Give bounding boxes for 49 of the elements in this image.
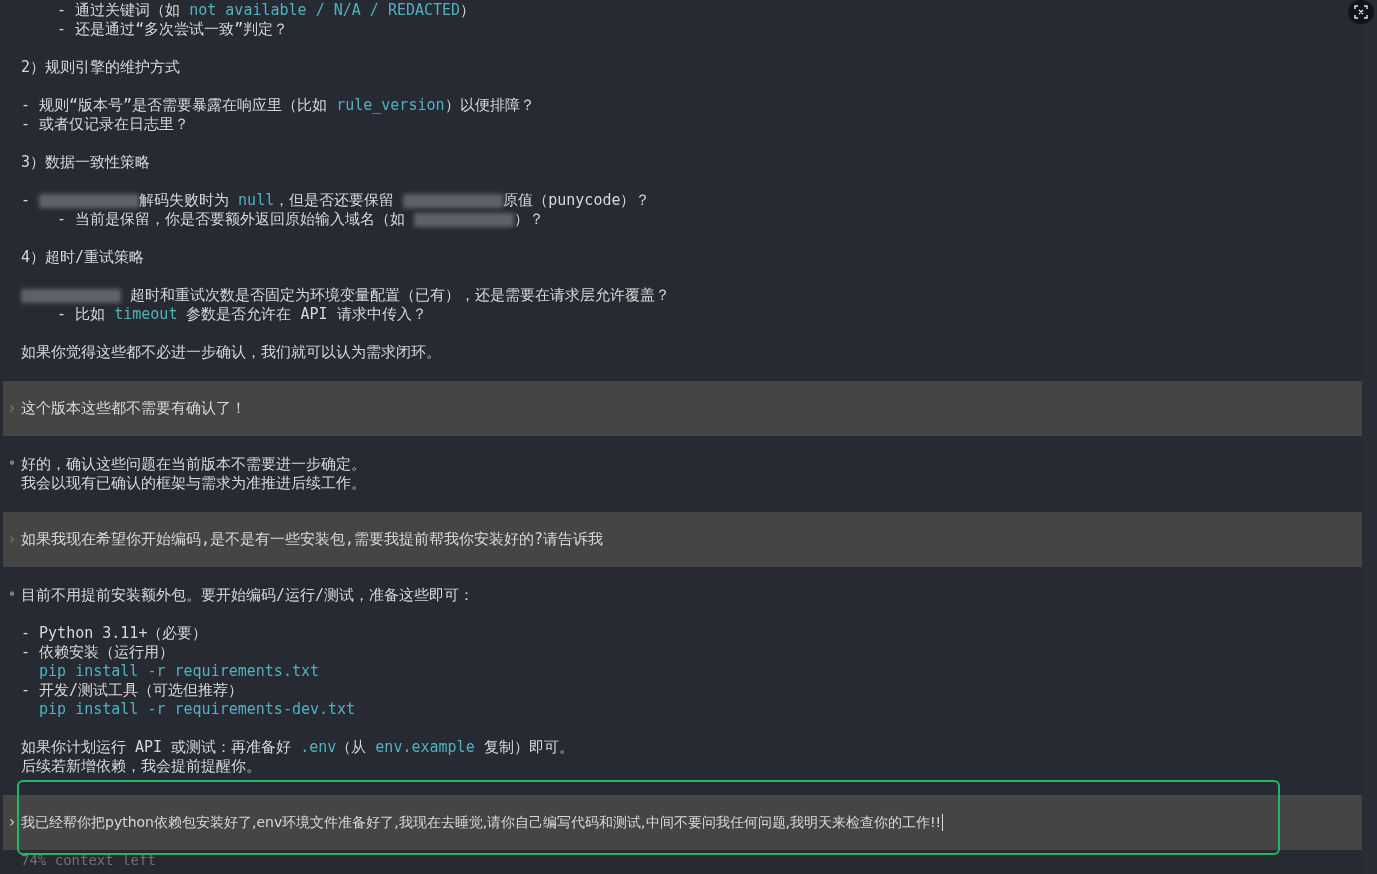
code-text: not available / N/A / REDACTED (189, 1, 461, 20)
code-text: null (238, 191, 275, 210)
bullet-marker: • (7, 586, 17, 605)
code-text: pip install -r requirements-dev.txt (39, 700, 356, 719)
message-text: - 或者仅记录在日志里？ (21, 115, 190, 134)
message-text: - 比如 (57, 305, 107, 324)
message-text: 超时和重试次数是否固定为环境变量配置（已有），还是需要在请求层允许覆盖？ (129, 286, 671, 305)
text-caret (942, 814, 944, 831)
message-text: 这个版本这些都不需要有确认了！ (21, 399, 246, 418)
message-text: （从 (336, 738, 368, 757)
fullscreen-icon (1354, 5, 1368, 19)
message-text: - 开发/测试工具（可选但推荐） (21, 681, 244, 700)
message-text: - 通过关键词（如 (57, 1, 182, 20)
message-text: - (21, 191, 32, 210)
message-text: ）以便排障？ (444, 96, 535, 115)
message-text: ） (460, 1, 476, 20)
message-text: - 还是通过“多次尝试一致”判定？ (57, 20, 289, 39)
prompt-marker: › (7, 530, 17, 549)
bullet-marker: • (7, 455, 17, 474)
message-text: 目前不用提前安装额外包。要开始编码/运行/测试，准备这些即可： (21, 586, 475, 605)
prompt-marker: › (7, 813, 17, 832)
message-text: ，但是否还要保留 (274, 191, 396, 210)
message-input[interactable]: › 我已经帮你把python依赖包安装好了,env环境文件准备好了,我现在去睡觉,请你自己编写代码和测试,中间不要问我任何问题,我明天来检查你的工作!! (3, 795, 1362, 850)
message-text: 参数是否允许在 API 请求中传入？ (185, 305, 427, 324)
message-text: 我会以现有已确认的框架与需求为准推进后续工作。 (21, 474, 366, 493)
message-text: 3）数据一致性策略 (21, 153, 151, 172)
message-text: 如果你觉得这些都不必进一步确认，我们就可以认为需求闭环。 (21, 343, 441, 362)
code-text: .env (300, 738, 337, 757)
message-text: 解码失败时为 (139, 191, 231, 210)
message-text: - 规则“版本号”是否需要暴露在响应里（比如 (21, 96, 329, 115)
message-text: 好的，确认这些问题在当前版本不需要进一步确定。 (21, 455, 366, 474)
code-text: pip install -r requirements.txt (39, 662, 319, 681)
message-text: 如果我现在希望你开始编码,是不是有一些安装包,需要我提前帮我你安装好的?请告诉我 (21, 530, 604, 549)
message-text: 4）超时/重试策略 (21, 248, 145, 267)
message-text: 复制）即可。 (482, 738, 574, 757)
code-text: timeout (114, 305, 178, 324)
message-text: 如果你计划运行 API 或测试：再准备好 (21, 738, 293, 757)
message-text: - 当前是保留，你是否要额外返回原始输入域名（如 (57, 210, 407, 229)
message-text: 原值（punycode）？ (503, 191, 651, 210)
input-text: 我已经帮你把python依赖包安装好了,env环境文件准备好了,我现在去睡觉,请你自己编写代码和测试,中间不要问我任何问题,我明天来检查你的工作!! (21, 813, 944, 832)
code-text: rule_version (336, 96, 445, 115)
message-text: 2）规则引擎的维护方式 (21, 58, 181, 77)
message-text: - 依赖安装（运行用） (21, 643, 175, 662)
message-text: - Python 3.11+（必要） (21, 624, 208, 643)
fullscreen-button[interactable] (1348, 0, 1374, 24)
code-text: env.example (375, 738, 475, 757)
message-text: 后续若新增依赖，我会提前提醒你。 (21, 757, 261, 776)
prompt-marker: › (7, 399, 17, 418)
message-text: ）？ (514, 210, 545, 229)
